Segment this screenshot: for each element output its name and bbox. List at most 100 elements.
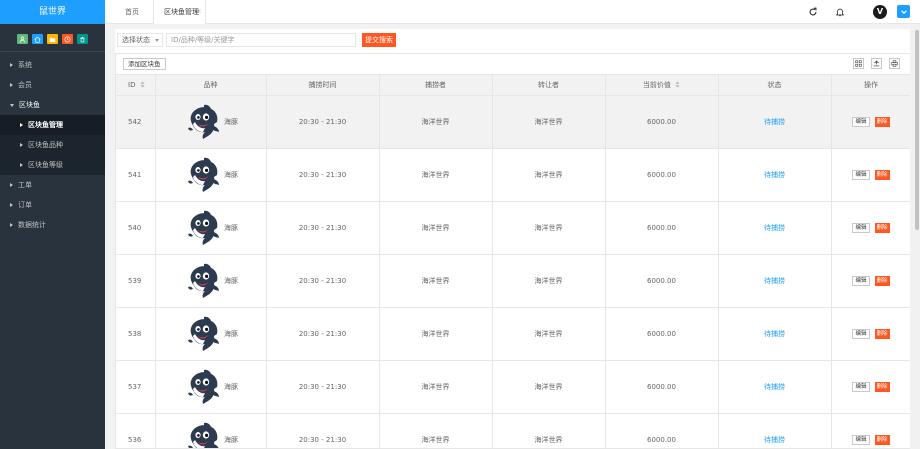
sidebar-item-label: 订单	[18, 201, 32, 209]
edit-button[interactable]: 编辑	[852, 434, 870, 445]
status-badge[interactable]: 待捕捞	[764, 436, 785, 444]
sidebar-item-members[interactable]: 会员	[0, 75, 105, 95]
status-badge[interactable]: 待捕捞	[764, 224, 785, 232]
add-fish-button[interactable]: 添加区块鱼	[123, 58, 166, 70]
species-label: 海豚	[224, 170, 238, 179]
status-badge[interactable]: 待捕捞	[764, 330, 785, 338]
export-icon[interactable]	[871, 58, 882, 69]
tab-label: 区块鱼管理	[164, 8, 199, 16]
species-label: 海豚	[224, 382, 238, 391]
cell-transferer: 海洋世界	[492, 148, 606, 202]
sidebar-item-label: 会员	[18, 81, 32, 89]
cell-species: 海豚	[155, 148, 267, 202]
delete-button[interactable]: 删除	[874, 169, 890, 180]
column-header-price[interactable]: 当前价值	[605, 75, 719, 96]
column-header-actions: 操作	[831, 75, 910, 96]
cell-price: 6000.00	[605, 307, 719, 361]
caret-down-icon	[155, 39, 159, 42]
tab-fish-management[interactable]: 区块鱼管理 ✕	[153, 0, 206, 24]
cell-status: 待捕捞	[718, 254, 832, 308]
print-icon[interactable]	[889, 58, 900, 69]
caret-right-icon	[20, 163, 23, 167]
status-badge[interactable]: 待捕捞	[764, 383, 785, 391]
bell-icon[interactable]	[834, 6, 846, 18]
cell-transferer: 海洋世界	[492, 254, 606, 308]
table-row: 540 海豚 20:30 - 21:30 海洋世界 海洋世界 6000.00 待…	[116, 201, 910, 255]
delete-button[interactable]: 删除	[874, 275, 890, 286]
sidebar-subitem-fish-level[interactable]: 区块鱼等级	[0, 155, 105, 175]
edit-button[interactable]: 编辑	[852, 381, 870, 392]
delete-button[interactable]: 删除	[874, 328, 890, 339]
trash-icon[interactable]	[77, 34, 88, 44]
status-select[interactable]: 选择状态	[117, 33, 163, 47]
column-header-label: ID	[128, 80, 136, 89]
sidebar-subitem-fish-management[interactable]: 区块鱼管理	[0, 115, 105, 135]
sidebar: 鼠世界 系统 会员 区块鱼 区块鱼管理 区块鱼品种 区块鱼等级 工单 订单 数据…	[0, 0, 105, 449]
sidebar-subitem-fish-species[interactable]: 区块鱼品种	[0, 135, 105, 155]
scrollbar-thumb[interactable]	[915, 30, 919, 230]
sidebar-item-orders[interactable]: 订单	[0, 195, 105, 215]
table-body: 542 海豚 20:30 - 21:30 海洋世界 海洋世界 6000.00 待…	[116, 95, 910, 448]
cell-catch-time: 20:30 - 21:30	[266, 307, 380, 361]
edit-button[interactable]: 编辑	[852, 116, 870, 127]
close-icon[interactable]: ✕	[196, 0, 202, 24]
sidebar-item-label: 系统	[18, 61, 32, 69]
killer-whale-icon	[188, 104, 219, 139]
sidebar-item-statistics[interactable]: 数据统计	[0, 215, 105, 235]
app-logo[interactable]: 鼠世界	[0, 0, 105, 24]
status-badge[interactable]: 待捕捞	[764, 171, 785, 179]
sort-icon[interactable]	[675, 81, 680, 88]
caret-down-icon	[10, 103, 14, 107]
cell-actions: 编辑 删除	[831, 360, 910, 414]
cell-catch-time: 20:30 - 21:30	[266, 413, 380, 448]
delete-button[interactable]: 删除	[874, 381, 890, 392]
column-header-id[interactable]: ID	[116, 75, 156, 96]
sidebar-item-blockfish[interactable]: 区块鱼	[0, 95, 105, 115]
status-badge[interactable]: 待捕捞	[764, 118, 785, 126]
folder-icon[interactable]	[47, 34, 58, 44]
cell-transferer: 海洋世界	[492, 201, 606, 255]
edit-button[interactable]: 编辑	[852, 222, 870, 233]
cell-species: 海豚	[155, 201, 267, 255]
delete-button[interactable]: 删除	[874, 222, 890, 233]
cell-status: 待捕捞	[718, 95, 832, 149]
species-label: 海豚	[224, 329, 238, 338]
delete-button[interactable]: 删除	[874, 434, 890, 445]
status-badge[interactable]: 待捕捞	[764, 277, 785, 285]
search-input[interactable]	[166, 33, 356, 47]
sort-icon[interactable]	[140, 81, 145, 88]
refresh-icon[interactable]	[807, 6, 819, 18]
cell-actions: 编辑 删除	[831, 95, 910, 149]
user-icon[interactable]	[17, 34, 28, 44]
avatar[interactable]: V	[873, 5, 887, 19]
chevron-down-icon[interactable]	[897, 5, 910, 18]
home-icon[interactable]	[32, 34, 43, 44]
cell-catcher: 海洋世界	[379, 201, 493, 255]
caret-right-icon	[10, 83, 13, 87]
cell-actions: 编辑 删除	[831, 148, 910, 202]
cell-catch-time: 20:30 - 21:30	[266, 95, 380, 149]
columns-filter-icon[interactable]	[853, 58, 864, 69]
cell-price: 6000.00	[605, 254, 719, 308]
edit-button[interactable]: 编辑	[852, 275, 870, 286]
page-scrollbar[interactable]	[914, 24, 920, 449]
cell-id: 537	[116, 360, 156, 414]
sidebar-item-system[interactable]: 系统	[0, 55, 105, 75]
edit-button[interactable]: 编辑	[852, 328, 870, 339]
killer-whale-icon	[188, 157, 219, 192]
species-label: 海豚	[224, 435, 238, 444]
tab-home[interactable]: 首页	[125, 0, 139, 24]
table-row: 537 海豚 20:30 - 21:30 海洋世界 海洋世界 6000.00 待…	[116, 360, 910, 414]
table-row: 539 海豚 20:30 - 21:30 海洋世界 海洋世界 6000.00 待…	[116, 254, 910, 308]
sidebar-item-tickets[interactable]: 工单	[0, 175, 105, 195]
clock-icon[interactable]	[62, 34, 73, 44]
caret-right-icon	[10, 203, 13, 207]
cell-transferer: 海洋世界	[492, 360, 606, 414]
sidebar-subitem-label: 区块鱼管理	[28, 121, 63, 129]
cell-transferer: 海洋世界	[492, 95, 606, 149]
search-submit-button[interactable]: 提交搜索	[362, 33, 396, 47]
edit-button[interactable]: 编辑	[852, 169, 870, 180]
delete-button[interactable]: 删除	[874, 116, 890, 127]
cell-catch-time: 20:30 - 21:30	[266, 360, 380, 414]
cell-catcher: 海洋世界	[379, 148, 493, 202]
